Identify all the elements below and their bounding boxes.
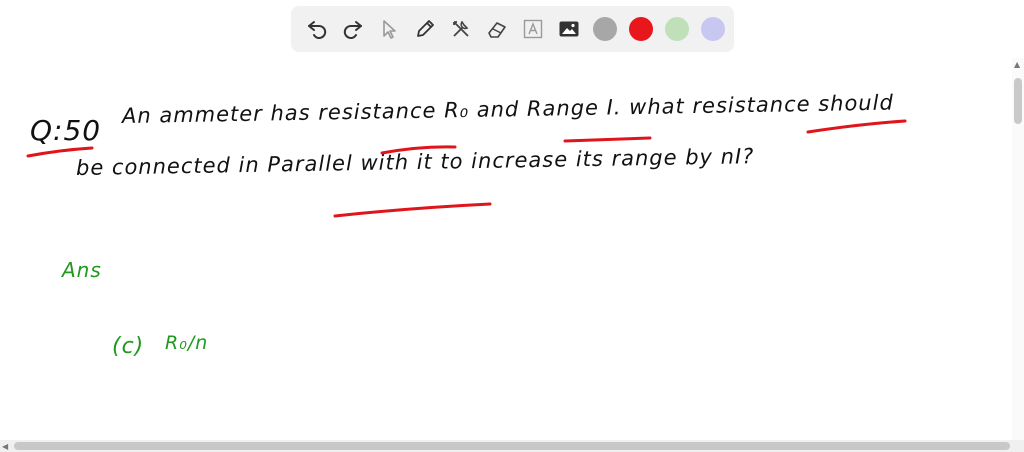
- tools-button[interactable]: [443, 11, 479, 47]
- drawing-toolbar: [291, 6, 734, 52]
- eraser-icon: [488, 22, 506, 38]
- image-button[interactable]: [551, 11, 587, 47]
- text-button[interactable]: [515, 11, 551, 47]
- pointer-icon: [383, 20, 396, 39]
- image-icon: [559, 21, 579, 37]
- scroll-left-arrow[interactable]: ◀: [2, 442, 8, 451]
- horizontal-scroll-thumb[interactable]: [14, 442, 1010, 450]
- color-swatch-gray[interactable]: [593, 17, 617, 41]
- whiteboard-canvas[interactable]: Q:50 An ammeter has resistance R₀ and Ra…: [0, 58, 1012, 440]
- text-icon: [523, 19, 543, 39]
- color-swatch-green[interactable]: [665, 17, 689, 41]
- vertical-scroll-thumb[interactable]: [1014, 78, 1022, 124]
- pointer-button[interactable]: [371, 11, 407, 47]
- undo-button[interactable]: [299, 11, 335, 47]
- pen-button[interactable]: [407, 11, 443, 47]
- tools-icon: [453, 20, 469, 37]
- pen-icon: [417, 20, 434, 37]
- color-swatch-lavender[interactable]: [701, 17, 725, 41]
- eraser-button[interactable]: [479, 11, 515, 47]
- scroll-up-arrow[interactable]: ▲: [1014, 60, 1020, 69]
- redo-button[interactable]: [335, 11, 371, 47]
- redo-icon: [343, 21, 362, 39]
- color-swatch-red[interactable]: [629, 17, 653, 41]
- undo-icon: [308, 21, 327, 39]
- red-underlines: [26, 119, 907, 218]
